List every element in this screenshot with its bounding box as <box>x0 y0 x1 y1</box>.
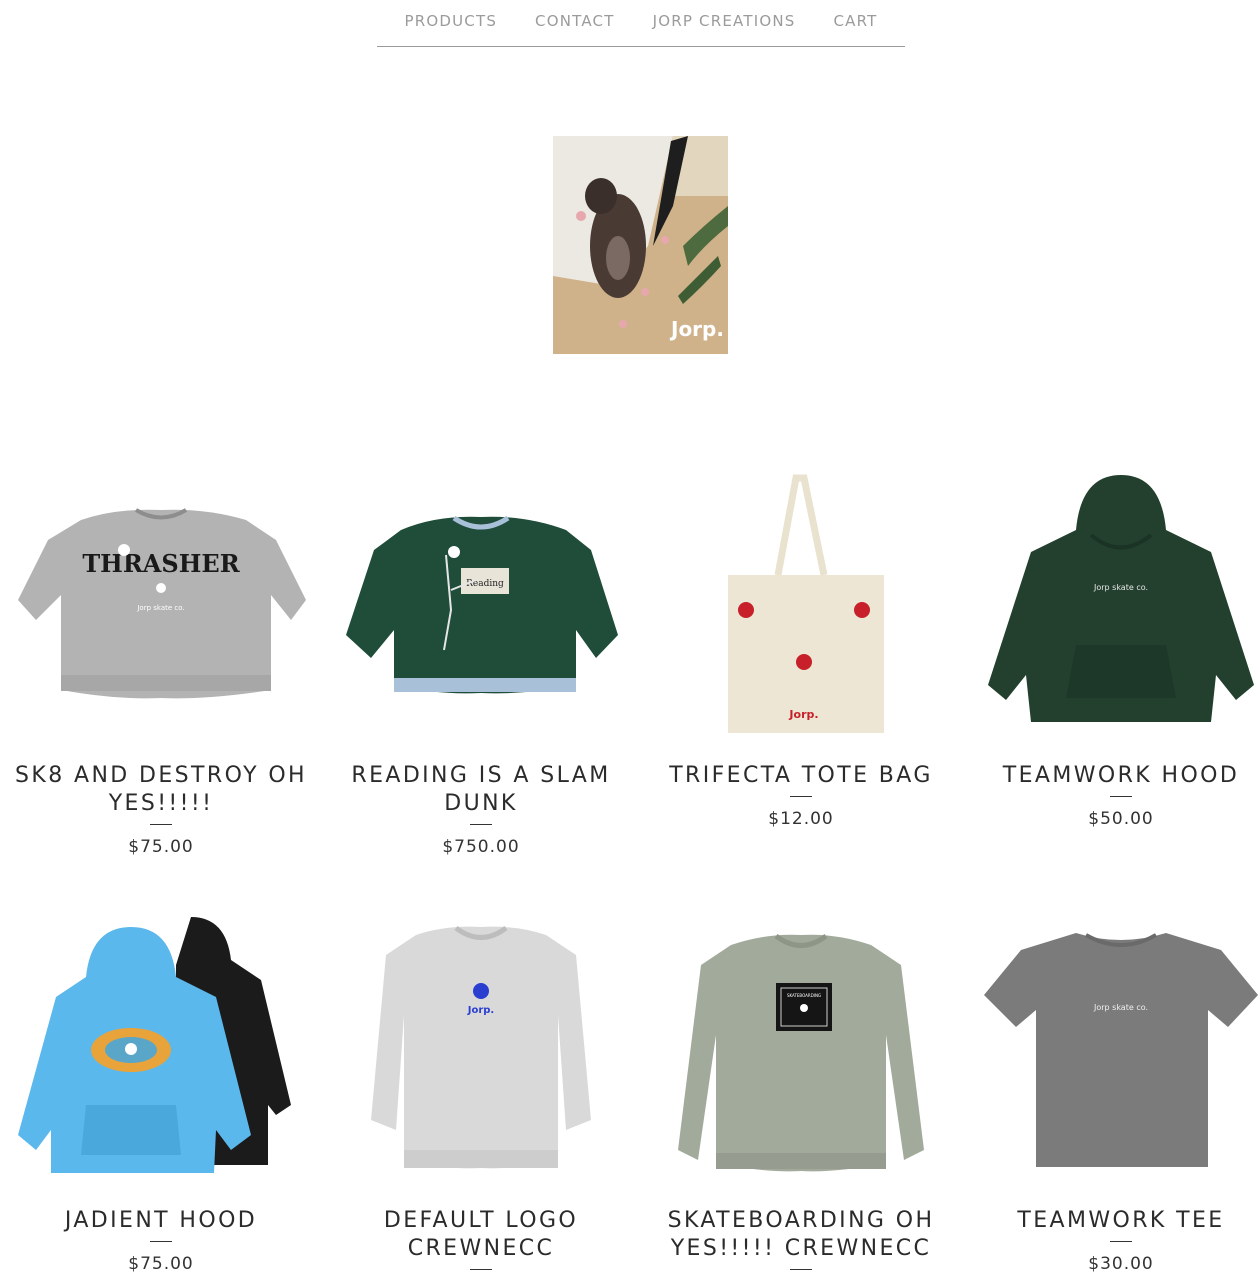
product-title[interactable]: TEAMWORK TEE <box>966 1207 1258 1235</box>
product-image-text: Jorp. <box>788 708 818 721</box>
logo-text: Jorp. <box>669 317 724 341</box>
product-title[interactable]: SKATEBOARDING OH YES!!!!! CREWNECC <box>646 1207 956 1263</box>
gray-crewneck-image: THRASHER Jorp skate co. <box>18 508 306 699</box>
site-logo-image[interactable]: Jorp. <box>553 136 728 354</box>
product-title[interactable]: DEFAULT LOGO CREWNECC <box>326 1207 636 1263</box>
light-gray-crewneck-image: Jorp. <box>371 925 591 1169</box>
green-hoodie-image: Jorp skate co. <box>988 475 1254 722</box>
title-divider <box>470 1269 492 1270</box>
product-price: $75.00 <box>128 837 194 857</box>
svg-text:Jorp skate co.: Jorp skate co. <box>136 604 184 612</box>
product-title[interactable]: READING IS A SLAM DUNK <box>326 762 636 818</box>
rat-photo-icon: Jorp. <box>553 136 728 354</box>
product-image-text: Jorp skate co. <box>1093 1003 1148 1012</box>
nav-contact-link[interactable]: CONTACT <box>535 12 615 30</box>
nav-cart-link[interactable]: CART <box>833 12 877 30</box>
product-title[interactable]: TEAMWORK HOOD <box>966 762 1258 790</box>
title-divider <box>790 1269 812 1270</box>
product-image-text: Jorp. <box>467 1005 494 1016</box>
sage-crewneck-image: SKATEBOARDING <box>678 933 924 1172</box>
blue-hoodie-image <box>18 917 291 1173</box>
product-price: $75.00 <box>128 1254 194 1274</box>
product-image-text: Reading <box>466 579 504 589</box>
title-divider <box>790 796 812 797</box>
product-title[interactable]: SK8 AND DESTROY OH YES!!!!! <box>6 762 316 818</box>
title-divider <box>150 824 172 825</box>
product-image-text: THRASHER <box>82 549 240 578</box>
gray-tee-image: Jorp skate co. <box>984 933 1258 1167</box>
product-price: $750.00 <box>442 837 520 857</box>
green-crewneck-image: Reading <box>346 515 618 694</box>
nav-products-link[interactable]: PRODUCTS <box>404 12 497 30</box>
title-divider <box>1110 1241 1132 1242</box>
title-divider <box>1110 796 1132 797</box>
product-title[interactable]: JADIENT HOOD <box>6 1207 316 1235</box>
product-title[interactable]: TRIFECTA TOTE BAG <box>646 762 956 790</box>
nav-jorp-creations-link[interactable]: JORP CREATIONS <box>653 12 796 30</box>
product-image-text: SKATEBOARDING <box>787 993 821 998</box>
product-price: $50.00 <box>1088 809 1154 829</box>
product-image-text: Jorp skate co. <box>1093 583 1148 592</box>
top-nav: PRODUCTS CONTACT JORP CREATIONS CART <box>377 0 905 47</box>
tote-bag-image: Jorp. <box>728 474 884 733</box>
title-divider <box>470 824 492 825</box>
product-price: $12.00 <box>768 809 834 829</box>
title-divider <box>150 1241 172 1242</box>
product-price: $30.00 <box>1088 1254 1154 1274</box>
